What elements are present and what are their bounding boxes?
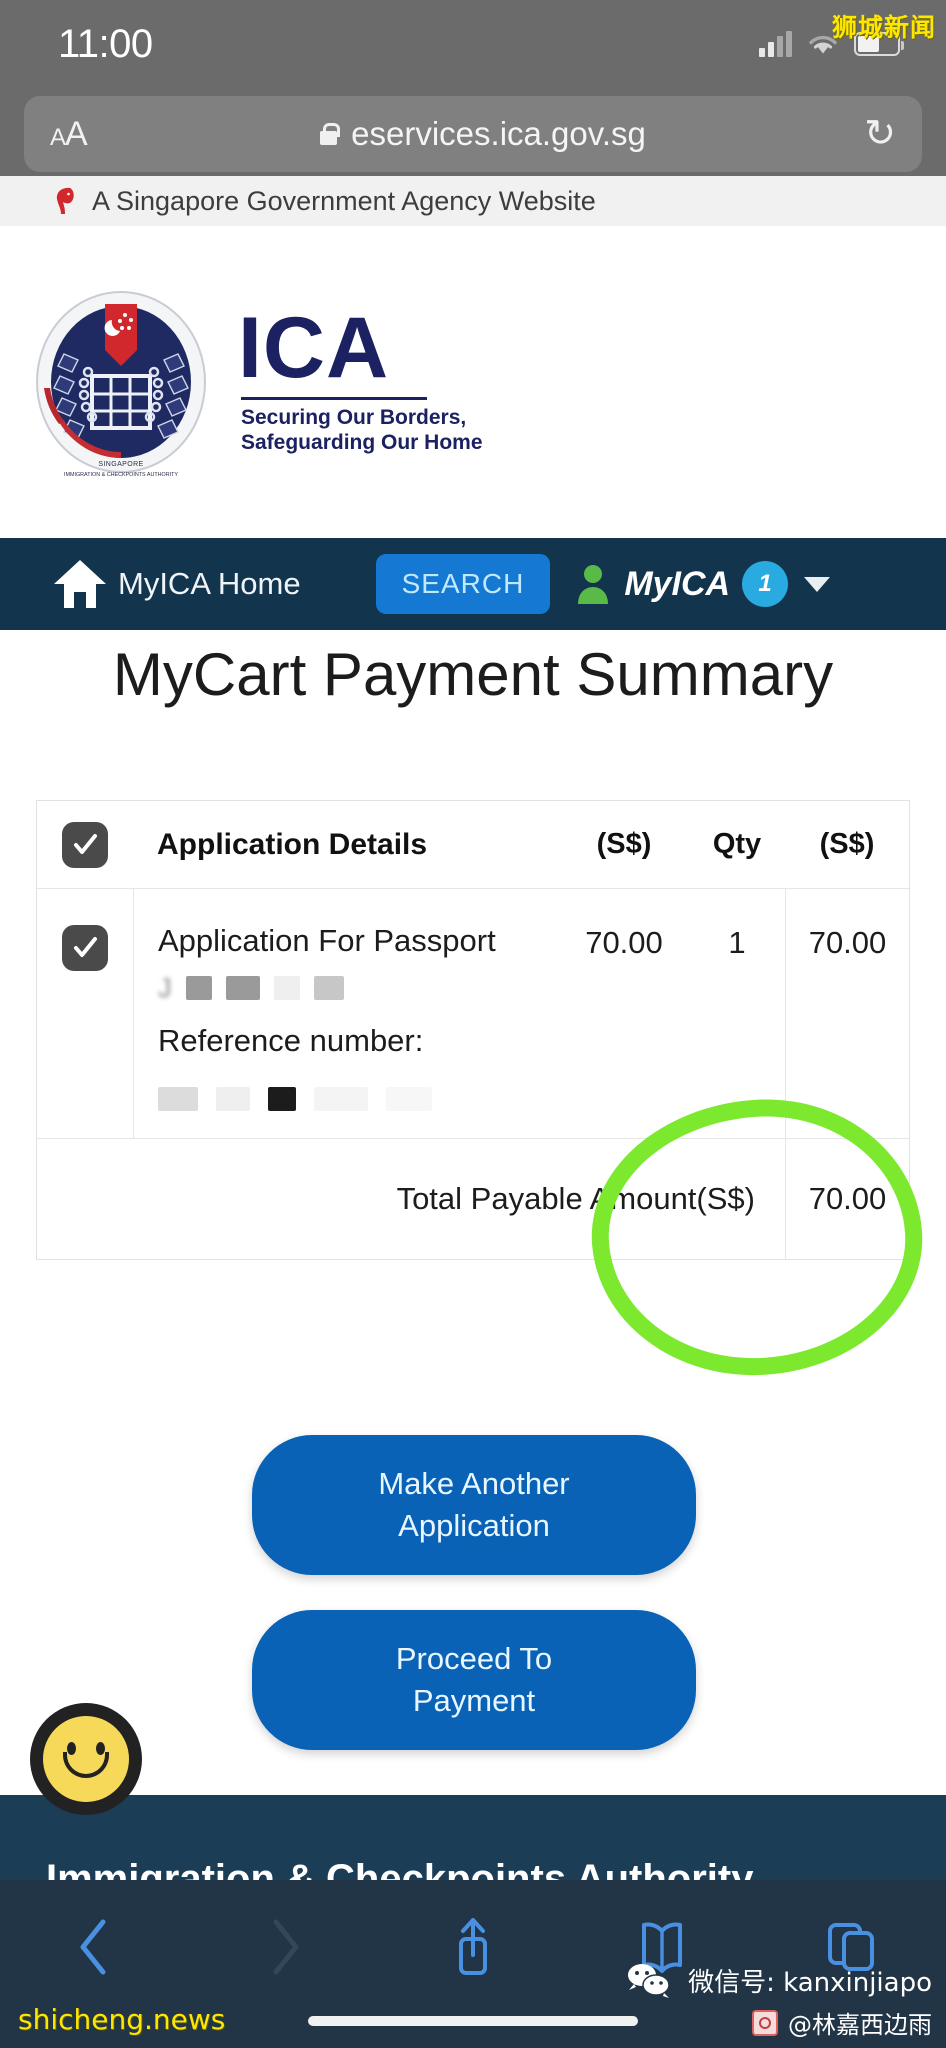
safari-bottom-toolbar: shicheng.news 微信号: kanxinjiapo @林嘉西边雨 <box>0 1880 946 2048</box>
row-select-cell[interactable] <box>37 889 133 1138</box>
wechat-id-text: 微信号: kanxinjiapo <box>688 1967 932 1998</box>
url-text: eservices.ica.gov.sg <box>351 115 646 152</box>
proceed-line1: Proceed To <box>395 1641 553 1676</box>
select-all-checkbox[interactable] <box>62 821 108 868</box>
chevron-down-icon[interactable] <box>804 576 831 592</box>
make-another-line1: Make Another <box>378 1466 570 1501</box>
handle-text: @林嘉西边雨 <box>788 2011 932 2039</box>
row-checkbox[interactable] <box>62 925 108 971</box>
ica-wordmark: ICA Securing Our Borders, Safeguarding O… <box>238 300 483 455</box>
status-clock: 11:00 <box>58 21 153 66</box>
ica-logo-block: SINGAPORE IMMIGRATION & CHECKPOINTS AUTH… <box>0 226 946 538</box>
row-application-name: Application For Passport <box>158 923 496 958</box>
proceed-to-payment-button[interactable]: Proceed To Payment <box>252 1610 696 1750</box>
make-another-application-button[interactable]: Make Another Application <box>252 1435 696 1575</box>
gov-banner-text: A Singapore Government Agency Website <box>92 185 596 216</box>
ios-status-bar: 11:00 <box>0 0 946 88</box>
wechat-icon <box>622 1960 678 2000</box>
home-icon <box>52 558 108 610</box>
text-size-button[interactable]: AA <box>50 115 130 154</box>
url-display[interactable]: eservices.ica.gov.sg <box>130 115 836 153</box>
safari-address-bar-area: AA eservices.ica.gov.sg ↻ <box>0 88 946 176</box>
row-content: Application For Passport J Reference num… <box>133 889 909 1138</box>
header-qty: Qty <box>712 828 762 860</box>
row-description: Application For Passport J Reference num… <box>134 889 559 1138</box>
proceed-line2: Payment <box>412 1682 536 1718</box>
nav-home-label: MyICA Home <box>118 566 301 601</box>
table-total-row: Total Payable Amount(S$) 70.00 <box>37 1139 909 1259</box>
account-menu-label[interactable]: MyICA <box>624 565 730 604</box>
cart-summary-table: Application Details (S$) Qty (S$) Applic… <box>36 800 910 1260</box>
forward-button[interactable] <box>189 1916 378 1978</box>
iphone-safari-screenshot: 11:00 狮城新闻 AA eservices.ica.gov.sg ↻ A S… <box>0 0 946 2048</box>
watermark-handle: @林嘉西边雨 <box>752 2005 932 2040</box>
back-icon <box>80 1919 106 1975</box>
search-button[interactable]: SEARCH <box>375 554 551 614</box>
lock-icon <box>320 123 341 145</box>
home-indicator <box>308 2016 638 2026</box>
row-amount: 70.00 <box>785 889 909 1138</box>
forward-icon <box>273 1919 299 1975</box>
make-another-line2: Application <box>398 1507 550 1543</box>
watermark-wechat: 微信号: kanxinjiapo <box>622 1960 932 2000</box>
header-application-details: Application Details <box>157 827 428 861</box>
back-button[interactable] <box>0 1916 189 1978</box>
ica-crest-icon: SINGAPORE IMMIGRATION & CHECKPOINTS AUTH… <box>26 284 216 480</box>
cellular-signal-icon <box>759 31 792 57</box>
row-reference-label: Reference number: <box>158 1023 424 1058</box>
share-icon <box>459 1918 487 1975</box>
header-amount: (S$) <box>819 828 875 860</box>
watermark-site: shicheng.news <box>18 2003 226 2036</box>
nav-home-link[interactable]: MyICA Home <box>52 558 301 610</box>
row-qty: 1 <box>728 925 746 960</box>
total-payable-label: Total Payable Amount(S$) <box>396 1181 755 1216</box>
reload-icon[interactable]: ↻ <box>836 115 896 153</box>
share-button[interactable] <box>378 1915 567 1979</box>
weibo-icon <box>752 2009 778 2036</box>
watermark-top-right: 狮城新闻 <box>831 13 936 42</box>
header-unit-price: (S$) <box>596 828 652 860</box>
select-all-cell[interactable] <box>37 821 133 868</box>
ica-tagline-line2: Safeguarding Our Home <box>241 430 483 454</box>
redacted-reference-value <box>158 1085 559 1113</box>
ica-acronym: ICA <box>238 300 390 397</box>
redacted-applicant-name: J <box>158 973 559 1003</box>
svg-text:SINGAPORE: SINGAPORE <box>98 461 143 468</box>
row-unit-price: 70.00 <box>585 925 663 960</box>
merlion-icon <box>52 186 78 216</box>
address-bar[interactable]: AA eservices.ica.gov.sg ↻ <box>24 96 922 172</box>
ica-tagline-line1: Securing Our Borders, <box>241 406 467 430</box>
smiley-face-sticker <box>30 1703 142 1815</box>
user-icon <box>576 564 610 604</box>
table-row: Application For Passport J Reference num… <box>37 889 909 1139</box>
cart-count-badge[interactable]: 1 <box>742 561 789 607</box>
svg-text:IMMIGRATION & CHECKPOINTS AUTH: IMMIGRATION & CHECKPOINTS AUTHORITY <box>64 472 178 478</box>
page-title: MyCart Payment Summary <box>112 641 834 708</box>
site-navigation-bar: MyICA Home SEARCH MyICA 1 <box>0 538 946 630</box>
ica-divider <box>241 397 427 401</box>
total-payable-value: 70.00 <box>785 1139 909 1259</box>
gov-agency-banner[interactable]: A Singapore Government Agency Website <box>0 176 946 226</box>
table-header-row: Application Details (S$) Qty (S$) <box>37 801 909 889</box>
